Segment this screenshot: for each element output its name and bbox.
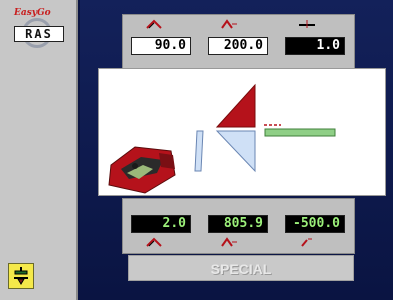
thickness-field[interactable]: 1.0 <box>285 37 345 55</box>
angle-bottom-field[interactable]: 2.0 <box>131 215 191 233</box>
angle-icon <box>146 237 162 247</box>
special-button[interactable]: SPECIAL <box>128 255 354 281</box>
backgauge-field[interactable]: -500.0 <box>285 215 345 233</box>
die-shape <box>215 130 256 173</box>
angle-offset-bottom-field[interactable]: 805.9 <box>208 215 268 233</box>
angle-offset-icon <box>221 19 237 29</box>
backgauge-bar <box>264 128 336 137</box>
sidebar: EasyGo RAS <box>0 0 78 300</box>
top-panel: 90.0 200.0 1.0 <box>122 14 355 74</box>
backgauge-icon <box>301 238 312 247</box>
logo: EasyGo RAS <box>8 8 68 48</box>
angle-top-field[interactable]: 90.0 <box>131 37 191 55</box>
logo-text: RAS <box>14 26 64 42</box>
angle-icon <box>146 19 162 29</box>
plate-shape <box>194 130 204 172</box>
angle-offset-top-field[interactable]: 200.0 <box>208 37 268 55</box>
thickness-icon <box>299 20 315 28</box>
bottom-panel: 2.0 805.9 -500.0 <box>122 198 355 254</box>
machine-icon <box>108 146 176 194</box>
punch-shape <box>215 83 256 128</box>
bend-illustration <box>98 68 386 196</box>
bend-diagram <box>108 83 336 194</box>
tool-button[interactable] <box>8 263 34 289</box>
press-tool-icon <box>14 267 28 285</box>
logo-script: EasyGo <box>14 8 51 18</box>
angle-offset-icon <box>221 237 237 247</box>
